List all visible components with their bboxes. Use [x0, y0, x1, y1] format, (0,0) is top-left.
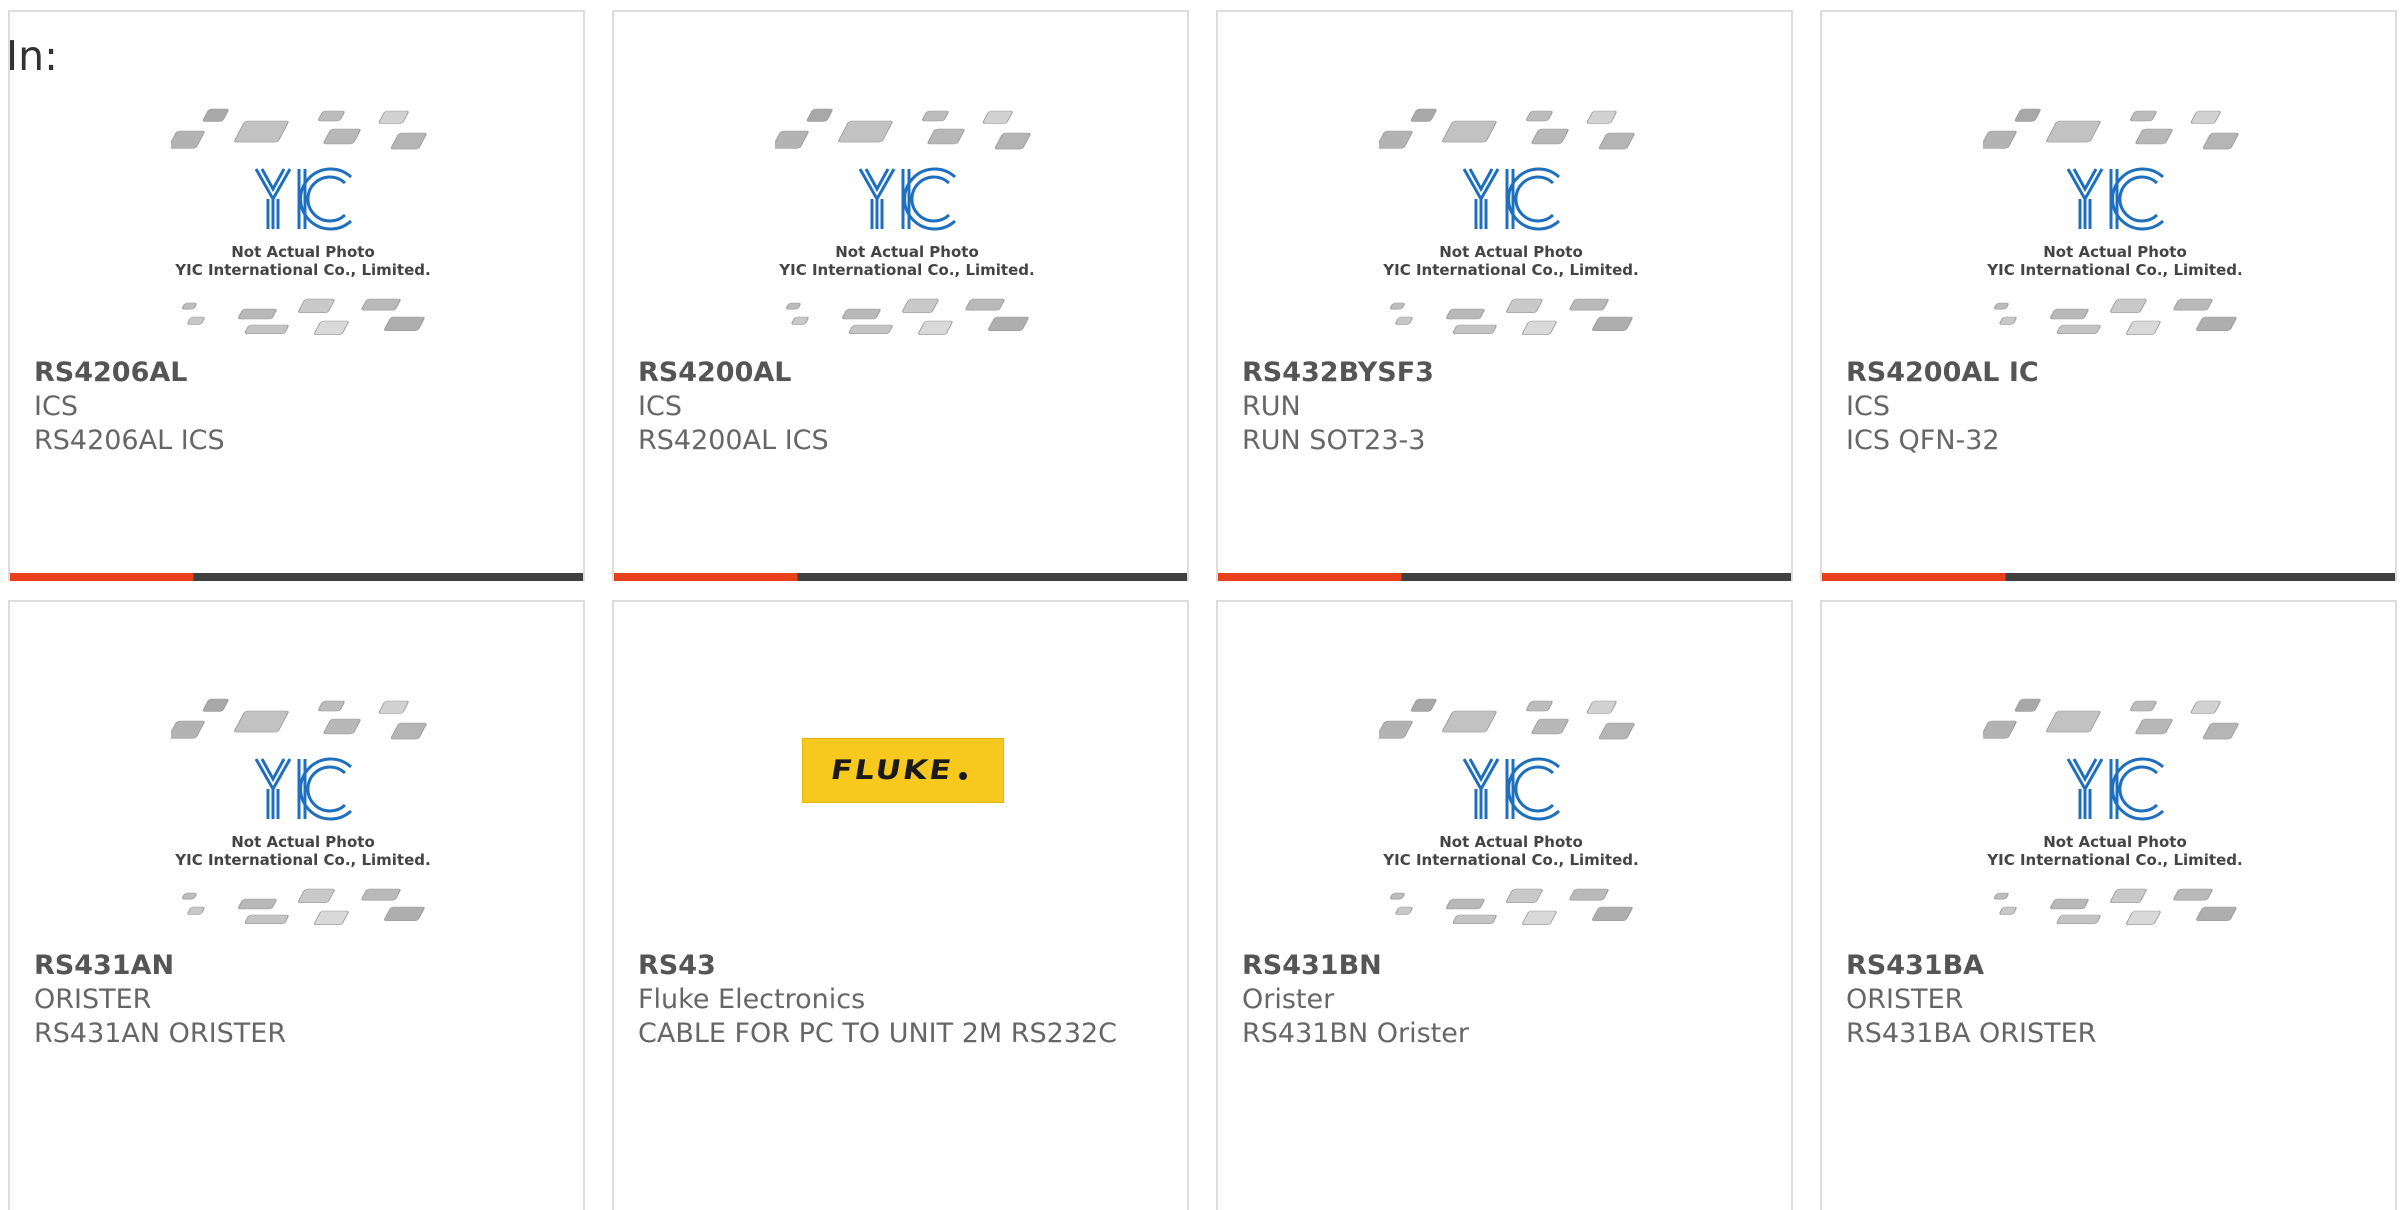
placeholder-caption-2: YIC International Co., Limited.	[1382, 851, 1638, 869]
description: RS431BN Orister	[1242, 1018, 1469, 1049]
yic-logo-icon	[254, 757, 353, 821]
part-number[interactable]: RS431BA	[1846, 949, 2375, 983]
brand: Fluke Electronics	[638, 984, 866, 1015]
product-card[interactable]: Not Actual Photo YIC International Co., …	[8, 600, 585, 1210]
product-card[interactable]: FLUKE RS43 Fluke Electronics CABLE FOR P…	[612, 600, 1189, 1210]
brand: ICS	[34, 391, 78, 422]
placeholder-caption-1: Not Actual Photo	[231, 243, 375, 261]
fluke-logo-text: FLUKE	[828, 755, 956, 786]
card-accent-bar	[10, 573, 583, 581]
product-card[interactable]: Not Actual Photo YIC International Co., …	[612, 10, 1189, 581]
placeholder-caption-2: YIC International Co., Limited.	[174, 851, 430, 869]
brand: RUN	[1242, 391, 1301, 422]
yic-logo-icon	[254, 167, 353, 231]
in-label: In:	[6, 32, 58, 80]
placeholder-photo: Not Actual Photo YIC International Co., …	[1376, 103, 1644, 351]
placeholder-photo: Not Actual Photo YIC International Co., …	[1980, 693, 2248, 941]
placeholder-caption-1: Not Actual Photo	[835, 243, 979, 261]
product-card[interactable]: Not Actual Photo YIC International Co., …	[1216, 10, 1793, 581]
placeholder-photo: Not Actual Photo YIC International Co., …	[168, 693, 436, 941]
placeholder-caption-2: YIC International Co., Limited.	[1986, 851, 2242, 869]
placeholder-caption-1: Not Actual Photo	[1439, 243, 1583, 261]
yic-logo-icon	[2066, 757, 2165, 821]
card-accent-bar	[1218, 573, 1791, 581]
placeholder-caption-2: YIC International Co., Limited.	[1986, 261, 2242, 279]
yic-logo-icon	[1462, 167, 1561, 231]
placeholder-caption-1: Not Actual Photo	[2043, 833, 2187, 851]
product-card[interactable]: Not Actual Photo YIC International Co., …	[1216, 600, 1793, 1210]
placeholder-caption-1: Not Actual Photo	[1439, 833, 1583, 851]
card-accent-bar	[614, 573, 1187, 581]
placeholder-photo: Not Actual Photo YIC International Co., …	[772, 103, 1040, 351]
brand: ORISTER	[34, 984, 152, 1015]
yic-logo-icon	[1462, 757, 1561, 821]
description: RS4206AL ICS	[34, 425, 225, 456]
part-number[interactable]: RS432BYSF3	[1242, 356, 1771, 390]
description: CABLE FOR PC TO UNIT 2M RS232C	[638, 1018, 1118, 1049]
part-number[interactable]: RS431AN	[34, 949, 563, 983]
fluke-logo: FLUKE	[802, 738, 1004, 803]
brand: ICS	[638, 391, 682, 422]
brand: ORISTER	[1846, 984, 1964, 1015]
part-number[interactable]: RS431BN	[1242, 949, 1771, 983]
product-card[interactable]: Not Actual Photo YIC International Co., …	[1820, 10, 2397, 581]
placeholder-caption-1: Not Actual Photo	[2043, 243, 2187, 261]
card-accent-bar	[1822, 573, 2395, 581]
description: RS431BA ORISTER	[1846, 1018, 2097, 1049]
placeholder-caption-1: Not Actual Photo	[231, 833, 375, 851]
part-number[interactable]: RS43	[638, 949, 1167, 983]
placeholder-caption-2: YIC International Co., Limited.	[174, 261, 430, 279]
placeholder-caption-2: YIC International Co., Limited.	[1382, 261, 1638, 279]
product-card[interactable]: Not Actual Photo YIC International Co., …	[1820, 600, 2397, 1210]
registered-mark-icon	[958, 771, 967, 780]
description: RS4200AL ICS	[638, 425, 829, 456]
brand: Orister	[1242, 984, 1335, 1015]
description: RS431AN ORISTER	[34, 1018, 287, 1049]
placeholder-photo: Not Actual Photo YIC International Co., …	[1376, 693, 1644, 941]
product-card[interactable]: Not Actual Photo YIC International Co., …	[8, 10, 585, 581]
yic-logo-icon	[2066, 167, 2165, 231]
description: ICS QFN-32	[1846, 425, 2000, 456]
placeholder-caption-2: YIC International Co., Limited.	[778, 261, 1034, 279]
part-number[interactable]: RS4206AL	[34, 356, 563, 390]
description: RUN SOT23-3	[1242, 425, 1426, 456]
part-number[interactable]: RS4200AL	[638, 356, 1167, 390]
placeholder-photo: Not Actual Photo YIC International Co., …	[168, 103, 436, 351]
yic-logo-icon	[858, 167, 957, 231]
part-number[interactable]: RS4200AL IC	[1846, 356, 2375, 390]
brand: ICS	[1846, 391, 1890, 422]
placeholder-photo: Not Actual Photo YIC International Co., …	[1980, 103, 2248, 351]
